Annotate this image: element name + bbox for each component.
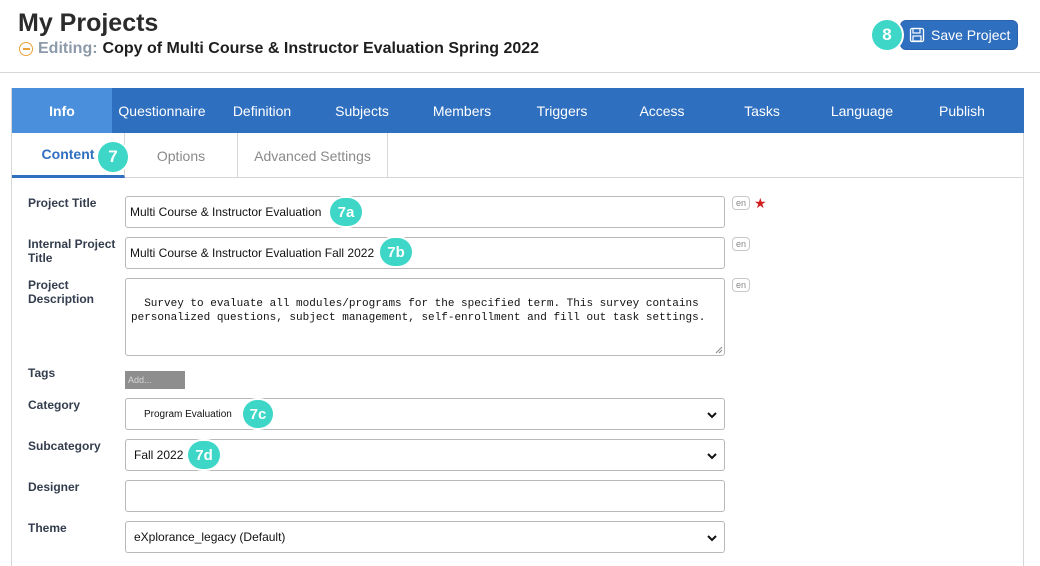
nav-tab-language[interactable]: Language <box>812 88 912 133</box>
theme-select[interactable]: eXplorance_legacy (Default) <box>125 521 725 553</box>
designer-label: Designer <box>28 480 80 494</box>
description-value: Survey to evaluate all modules/programs … <box>131 298 706 324</box>
internal-title-language-badge[interactable]: en <box>732 237 750 251</box>
nav-tab-publish[interactable]: Publish <box>912 88 1012 133</box>
callout-badge-7c: 7c <box>243 400 273 428</box>
description-label: Project Description <box>28 278 94 306</box>
editing-line: Editing: Copy of Multi Course & Instruct… <box>19 40 539 58</box>
nav-tab-triggers[interactable]: Triggers <box>512 88 612 133</box>
project-title-label: Project Title <box>28 196 97 210</box>
subcategory-label: Subcategory <box>28 439 101 453</box>
tags-label: Tags <box>28 366 56 380</box>
project-name: Copy of Multi Course & Instructor Evalua… <box>102 40 540 57</box>
nav-tab-subjects[interactable]: Subjects <box>312 88 412 133</box>
project-title-language-badge[interactable]: en <box>732 196 750 210</box>
callout-badge-7a: 7a <box>330 198 362 226</box>
project-title-value: Multi Course & Instructor Evaluation <box>130 205 322 219</box>
save-project-label: Save Project <box>931 27 1011 43</box>
nav-tab-access[interactable]: Access <box>612 88 712 133</box>
project-title-input[interactable]: Multi Course & Instructor Evaluation <box>125 196 725 228</box>
editing-status-icon <box>19 42 33 56</box>
required-icon: ★ <box>754 195 767 211</box>
save-icon <box>909 27 925 43</box>
chevron-down-icon <box>707 453 717 460</box>
page-header: My Projects Editing: Copy of Multi Cours… <box>0 0 1040 73</box>
subcategory-value: Fall 2022 <box>134 448 184 462</box>
callout-badge-7b: 7b <box>380 238 412 266</box>
nav-tab-tasks[interactable]: Tasks <box>712 88 812 133</box>
page-title: My Projects <box>18 9 159 37</box>
tags-input[interactable]: Add... <box>125 371 185 389</box>
designer-input[interactable] <box>125 480 725 512</box>
internal-title-label: Internal Project Title <box>28 237 115 265</box>
internal-title-input[interactable]: Multi Course & Instructor Evaluation Fal… <box>125 237 725 269</box>
chevron-down-icon <box>707 535 717 542</box>
category-label: Category <box>28 398 81 412</box>
description-language-badge[interactable]: en <box>732 278 750 292</box>
chevron-down-icon <box>707 412 717 419</box>
nav-tab-members[interactable]: Members <box>412 88 512 133</box>
subtab-options[interactable]: Options <box>125 133 238 178</box>
description-label-line2: Description <box>28 292 95 306</box>
nav-tab-definition[interactable]: Definition <box>212 88 312 133</box>
description-textarea[interactable]: Survey to evaluate all modules/programs … <box>125 278 725 356</box>
internal-title-label-line1: Internal Project <box>28 237 116 251</box>
category-value: Program Evaluation <box>144 408 232 420</box>
callout-badge-8: 8 <box>872 20 902 50</box>
main-nav: Info Questionnaire Definition Subjects M… <box>12 88 1024 133</box>
callout-badge-7d: 7d <box>188 441 220 469</box>
internal-title-value: Multi Course & Instructor Evaluation Fal… <box>130 246 375 260</box>
description-label-line1: Project <box>28 278 69 292</box>
resize-grip-icon[interactable] <box>715 346 723 354</box>
internal-title-label-line2: Title <box>28 251 53 265</box>
save-project-button[interactable]: Save Project <box>900 20 1018 50</box>
nav-tab-questionnaire[interactable]: Questionnaire <box>112 88 212 133</box>
subtab-advanced-settings[interactable]: Advanced Settings <box>238 133 388 178</box>
category-select[interactable]: Program Evaluation <box>125 398 725 430</box>
callout-badge-7: 7 <box>98 142 128 172</box>
theme-value: eXplorance_legacy (Default) <box>134 530 286 544</box>
nav-tab-info[interactable]: Info <box>12 88 112 133</box>
theme-label: Theme <box>28 521 67 535</box>
sub-tabs: Content Options Advanced Settings <box>12 133 1024 178</box>
editing-label: Editing: <box>38 40 98 57</box>
